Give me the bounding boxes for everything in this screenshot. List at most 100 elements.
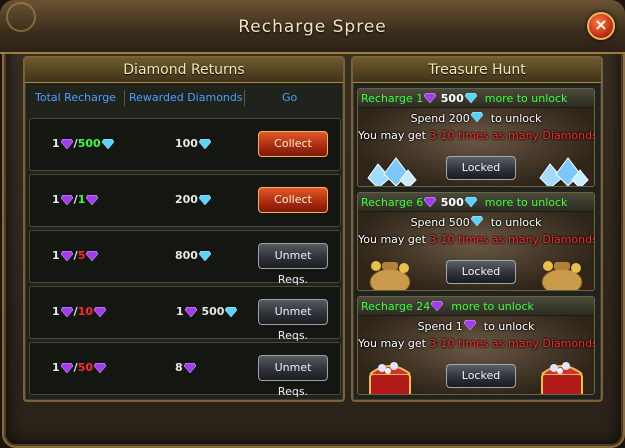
purple-diamond-icon <box>424 93 437 103</box>
treasure-scene: Spend 500 to unlock You may get 3-10 time… <box>358 212 594 290</box>
reward-amount: 8 <box>175 361 197 374</box>
spend-line: Spend 500 to unlock <box>358 216 594 229</box>
purple-diamond-icon <box>60 138 73 149</box>
required-recharge: 1 <box>77 193 86 206</box>
may-get-label: You may get <box>358 129 426 142</box>
unmet-reqs-button[interactable]: Unmet Reqs. <box>258 243 328 286</box>
recharge-requirement: Recharge 6 <box>361 195 424 209</box>
blue-diamond-icon <box>198 138 211 149</box>
recharge-progress: 1/500 <box>52 137 115 150</box>
purple-diamond-icon <box>94 362 106 373</box>
required-recharge: 5 <box>77 249 86 262</box>
treasure-scene: Spend 1 to unlock You may get 3-10 times … <box>358 316 594 394</box>
spend-suffix: to unlock <box>483 320 535 333</box>
blue-diamond-icon <box>464 93 477 103</box>
close-button[interactable]: × <box>587 12 615 40</box>
spend-suffix: to unlock <box>490 216 542 229</box>
reward-row: 1/50 8 Unmet Reqs. <box>29 342 341 398</box>
money-bag-icon <box>369 261 411 290</box>
locked-button[interactable]: Locked <box>446 156 516 180</box>
current-recharge: 1 <box>52 361 60 374</box>
current-recharge: 1 <box>52 137 60 150</box>
required-amount: 500 <box>440 195 464 209</box>
collect-button[interactable]: Collect <box>258 187 328 213</box>
header-total-recharge: Total Recharge <box>35 91 116 104</box>
collect-button[interactable]: Collect <box>258 131 328 157</box>
purple-diamond-icon <box>60 362 73 373</box>
purple-diamond-icon <box>183 362 196 373</box>
header-rewarded-diamonds: Rewarded Diamonds <box>129 91 243 104</box>
bonus-multiplier: 3-10 times as many Diamonds <box>429 233 595 246</box>
required-recharge: 50 <box>77 361 93 374</box>
bonus-line: You may get 3-10 times as many Diamonds <box>358 129 594 142</box>
panel-title: Treasure Hunt <box>353 58 601 83</box>
header-go: Go <box>282 91 298 104</box>
recharge-requirement: Recharge 24 <box>361 299 431 313</box>
reward-amount: 100 <box>175 137 212 150</box>
purple-diamond-icon <box>424 197 437 207</box>
reward-prefix: 1 <box>176 305 184 318</box>
reward-row: 1/1 200 Collect <box>29 174 341 227</box>
unlock-requirement: Recharge 1 500 more to unlock <box>358 89 594 107</box>
current-recharge: 1 <box>52 249 60 262</box>
title-bar: Recharge Spree × <box>0 0 625 54</box>
spend-line: Spend 1 to unlock <box>358 320 594 333</box>
may-get-label: You may get <box>358 337 426 350</box>
purple-diamond-icon <box>86 194 99 205</box>
recharge-progress: 1/1 <box>52 193 99 206</box>
reward-amount: 200 <box>175 193 212 206</box>
treasure-chest-icon <box>541 362 583 394</box>
purple-diamond-icon <box>431 301 444 311</box>
bonus-line: You may get 3-10 times as many Diamonds <box>358 233 594 246</box>
current-recharge: 1 <box>52 193 60 206</box>
required-amount: 500 <box>440 91 464 105</box>
bonus-multiplier: 3-10 times as many Diamonds <box>429 129 595 142</box>
header-divider <box>244 90 245 106</box>
blue-diamond-icon <box>198 250 211 261</box>
unmet-reqs-button[interactable]: Unmet Reqs. <box>258 299 328 342</box>
treasure-scene: Spend 200 to unlock You may get 3-10 time… <box>358 108 594 186</box>
treasure-box: Recharge 6 500 more to unlock Spend 500 t… <box>357 192 595 291</box>
money-bag-icon <box>541 261 583 290</box>
panel-title: Diamond Returns <box>25 58 343 83</box>
reward-value: 200 <box>175 193 198 206</box>
purple-diamond-icon <box>94 306 106 317</box>
blue-diamond-icon <box>470 112 483 122</box>
required-recharge: 500 <box>77 137 101 150</box>
purple-diamond-icon <box>184 306 197 317</box>
window-title: Recharge Spree <box>238 17 387 37</box>
more-to-unlock: more to unlock <box>484 91 568 105</box>
blue-diamond-icon <box>470 216 483 226</box>
purple-diamond-icon <box>463 320 476 330</box>
reward-value: 500 <box>201 305 225 318</box>
locked-button[interactable]: Locked <box>446 364 516 388</box>
spend-suffix: to unlock <box>490 112 542 125</box>
purple-diamond-icon <box>60 250 73 261</box>
reward-amount: 800 <box>175 249 212 262</box>
treasure-box: Recharge 1 500 more to unlock Spend 200 t… <box>357 88 595 187</box>
spend-line: Spend 200 to unlock <box>358 112 594 125</box>
reward-value: 8 <box>175 361 183 374</box>
blue-diamond-icon <box>225 306 238 317</box>
unlock-requirement: Recharge 6 500 more to unlock <box>358 193 594 211</box>
purple-diamond-icon <box>60 194 73 205</box>
diamond-pile-icon <box>367 157 417 186</box>
treasure-hunt-panel: Treasure Hunt Recharge 1 500 more to unl… <box>351 56 603 402</box>
bonus-line: You may get 3-10 times as many Diamonds <box>358 337 594 350</box>
recharge-progress: 1/10 <box>52 305 107 318</box>
may-get-label: You may get <box>358 233 426 246</box>
treasure-box: Recharge 24 more to unlock Spend 1 to unl… <box>357 296 595 395</box>
reward-amount: 1 500 <box>176 305 238 318</box>
unmet-reqs-button[interactable]: Unmet Reqs. <box>258 355 328 398</box>
bonus-multiplier: 3-10 times as many Diamonds <box>429 337 595 350</box>
treasure-chest-icon <box>369 362 411 394</box>
spend-amount: Spend 200 <box>410 112 470 125</box>
reward-value: 100 <box>175 137 198 150</box>
recharge-progress: 1/5 <box>52 249 99 262</box>
required-recharge: 10 <box>77 305 93 318</box>
locked-button[interactable]: Locked <box>446 260 516 284</box>
recharge-requirement: Recharge 1 <box>361 91 424 105</box>
reward-row: 1/500 100 Collect <box>29 118 341 171</box>
unlock-requirement: Recharge 24 more to unlock <box>358 297 594 315</box>
more-to-unlock: more to unlock <box>484 195 568 209</box>
